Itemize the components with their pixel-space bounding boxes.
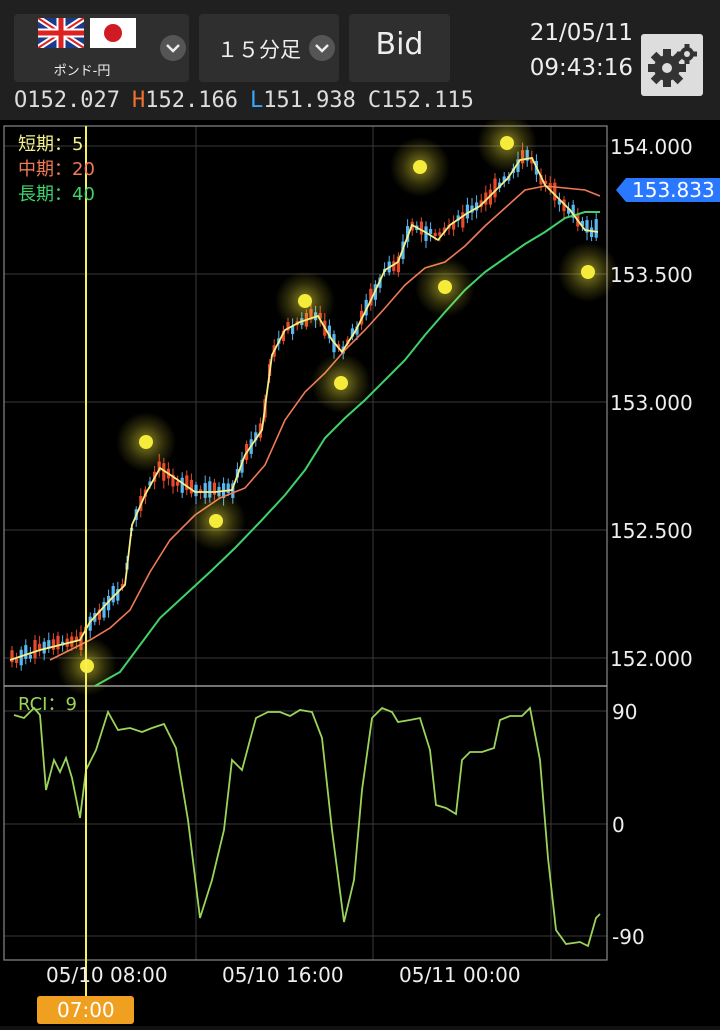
current-price-value: 153.833 (632, 178, 715, 202)
currency-pair-selector[interactable]: ポンド-円 (14, 14, 189, 82)
rci-line (13, 706, 601, 948)
legend-long: 長期：40 (18, 184, 95, 205)
gear-icon (648, 44, 697, 87)
chevron-down-icon[interactable] (160, 35, 186, 61)
candlestick (56, 635, 60, 650)
close-value: 152.115 (381, 88, 474, 113)
candlestick (28, 654, 32, 659)
signal-marker (438, 280, 452, 294)
settings-button[interactable] (641, 34, 703, 96)
signal-marker (209, 514, 223, 528)
price-axis-label: 153.500 (610, 263, 693, 287)
high-value: 152.166 (145, 88, 238, 113)
timeframe-label: １５分足 (217, 38, 301, 62)
toolbar: ポンド-円 １５分足 Bid 21/05/11 09:43:16 O152.02… (0, 0, 720, 120)
timeframe-selector[interactable]: １５分足 (199, 14, 339, 82)
price-axis-label: 153.000 (610, 391, 693, 415)
time-axis-label: 05/10 16:00 (222, 963, 344, 987)
legend-short: 短期：5 (18, 134, 83, 155)
candlestick (226, 483, 230, 493)
time-axis-label: 05/10 08:00 (46, 963, 168, 987)
open-value: 152.027 (27, 88, 120, 113)
signal-marker (298, 294, 312, 308)
rci-axis-label: 0 (612, 813, 625, 837)
price-axis-label: 152.000 (610, 647, 693, 671)
price-type-button[interactable]: Bid (349, 14, 450, 82)
signal-marker (500, 136, 514, 150)
candlestick (493, 178, 497, 198)
candlestick (176, 481, 180, 486)
high-label: H (131, 88, 146, 113)
japan-flag-icon (90, 18, 136, 48)
candlestick (15, 658, 19, 663)
signal-marker (334, 376, 348, 390)
crosshair-time-value: 07:00 (57, 998, 115, 1022)
candlestick (33, 640, 37, 659)
candlestick (42, 641, 46, 654)
time-display: 09:43:16 (529, 55, 633, 81)
candlestick (594, 219, 598, 238)
chevron-down-icon[interactable] (309, 35, 335, 61)
candlestick (189, 479, 193, 494)
short-ma-line (9, 157, 599, 661)
candlestick (553, 182, 557, 201)
low-value: 151.938 (263, 88, 356, 113)
price-type-label: Bid (375, 27, 424, 62)
price-axis-label: 154.000 (610, 135, 693, 159)
candlestick (111, 586, 115, 603)
ohlc-readout: O152.027 H152.166 L151.938 C152.115 (14, 88, 474, 113)
candlestick (180, 477, 184, 493)
rci-legend: RCI：9 (18, 694, 77, 715)
candlestick (51, 639, 55, 650)
time-axis-label: 05/11 00:00 (399, 963, 521, 987)
rci-axis-label: 90 (612, 700, 637, 724)
date-display: 21/05/11 (529, 20, 633, 46)
price-axis-label: 152.500 (610, 519, 693, 543)
candlestick (590, 227, 594, 238)
rci-axis-label: -90 (612, 925, 645, 949)
candlestick (24, 645, 28, 659)
signal-marker (581, 265, 595, 279)
candlestick (429, 228, 433, 235)
low-label: L (249, 88, 264, 113)
price-chart[interactable]: 短期：5 中期：20 長期：40 RCI：9 154.000 153.500 1… (0, 113, 720, 1026)
signal-marker (139, 435, 153, 449)
chart-area[interactable]: 短期：5 中期：20 長期：40 RCI：9 154.000 153.500 1… (0, 113, 720, 1026)
pair-label: ポンド-円 (53, 64, 111, 79)
signal-marker (413, 160, 427, 174)
candlestick (419, 221, 423, 235)
open-label: O (14, 88, 28, 113)
candlestick (194, 484, 198, 497)
uk-flag-icon (38, 18, 84, 48)
candlestick (433, 232, 437, 236)
legend-mid: 中期：20 (18, 159, 95, 180)
close-label: C (367, 88, 382, 113)
